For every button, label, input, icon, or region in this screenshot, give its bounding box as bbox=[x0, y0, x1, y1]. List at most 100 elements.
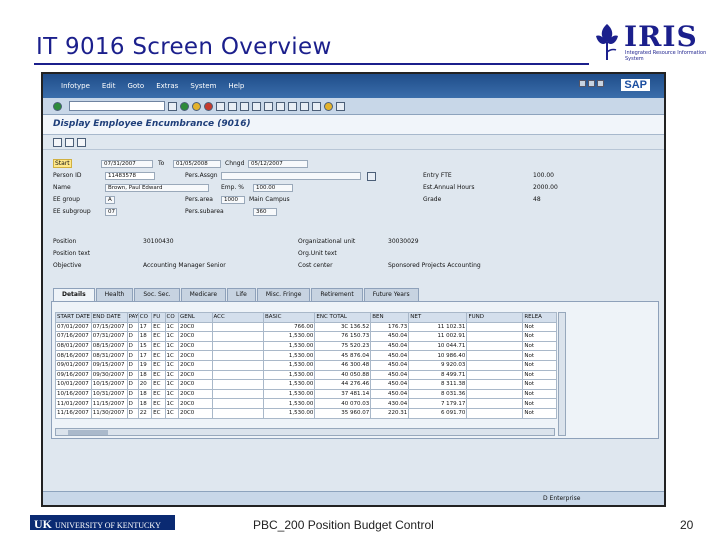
table-cell: 10 986.40 bbox=[408, 350, 468, 361]
col-end-date[interactable]: END DATE bbox=[90, 312, 128, 323]
table-row[interactable]: 09/16/2007 09/30/2007 D 18 EC 1C 20C0 1,530.00 4… bbox=[55, 369, 557, 381]
table-cell: 1,530.00 bbox=[262, 398, 316, 409]
table-cell bbox=[466, 321, 524, 333]
close-icon[interactable] bbox=[597, 80, 604, 87]
iris-subtitle: Integrated Resource Information System bbox=[625, 50, 707, 62]
back-icon[interactable] bbox=[180, 101, 189, 111]
table-cell: 9 920.03 bbox=[408, 359, 468, 371]
col-acc[interactable]: ACC bbox=[211, 312, 264, 323]
col-fu[interactable]: FU bbox=[151, 312, 166, 323]
tab-health[interactable]: Health bbox=[95, 288, 134, 301]
new-session-icon[interactable] bbox=[300, 101, 309, 111]
table-horizontal-scrollbar[interactable] bbox=[55, 428, 555, 436]
minimize-icon[interactable] bbox=[579, 80, 586, 87]
table-vertical-scrollbar[interactable] bbox=[558, 312, 566, 436]
col-start-date[interactable]: START DATE bbox=[55, 312, 92, 323]
menu-infotype[interactable]: Infotype bbox=[61, 82, 90, 90]
last-page-icon[interactable] bbox=[288, 101, 297, 111]
col-fund[interactable]: FUND bbox=[466, 312, 524, 323]
table-cell: 430.04 bbox=[370, 398, 410, 409]
find-next-icon[interactable] bbox=[240, 101, 249, 111]
assignment-picker-icon[interactable] bbox=[367, 172, 376, 181]
menu-system[interactable]: System bbox=[190, 82, 216, 90]
table-row[interactable]: 08/01/2007 08/15/2007 D 15 EC 1C 20C0 1,530.00 7… bbox=[55, 340, 557, 352]
table-cell: 1,530.00 bbox=[262, 369, 316, 381]
col-basic[interactable]: BASIC bbox=[262, 312, 316, 323]
cancel-icon[interactable] bbox=[204, 101, 213, 111]
iris-logo: IRIS Integrated Resource Information Sys… bbox=[592, 20, 710, 66]
col-co-2[interactable]: CO bbox=[164, 312, 179, 323]
screen-title: Display Employee Encumbrance (9016) bbox=[43, 115, 664, 135]
table-cell: 09/01/2007 bbox=[55, 359, 92, 371]
table-cell: 8 311.38 bbox=[408, 379, 468, 390]
menu-extras[interactable]: Extras bbox=[156, 82, 178, 90]
table-row[interactable]: 10/01/2007 10/15/2007 D 20 EC 1C 20C0 1,530.00 4… bbox=[55, 379, 557, 390]
find-icon[interactable] bbox=[228, 101, 237, 111]
application-toolbar bbox=[43, 135, 664, 150]
tab-soc-sec[interactable]: Soc. Sec. bbox=[134, 288, 180, 301]
table-row[interactable]: 11/01/2007 11/15/2007 D 18 EC 1C 20C0 1,530.00 4… bbox=[55, 398, 557, 409]
col-net[interactable]: NET bbox=[408, 312, 468, 323]
table-row[interactable]: 07/01/2007 07/15/2007 D 17 EC 1C 20C0 766.00 3C … bbox=[55, 321, 557, 333]
table-cell: 1C bbox=[164, 340, 179, 352]
table-cell: Not bbox=[522, 369, 557, 381]
table-cell: D bbox=[126, 340, 139, 352]
table-row[interactable]: 07/16/2007 07/31/2007 D 18 EC 1C 20C0 1,530.00 7… bbox=[55, 331, 557, 342]
table-cell: 1,530.00 bbox=[262, 379, 316, 390]
table-cell bbox=[211, 359, 264, 371]
col-pay[interactable]: PAY bbox=[126, 312, 139, 323]
col-release[interactable]: RELEA bbox=[522, 312, 557, 323]
overview-icon[interactable] bbox=[53, 138, 62, 147]
table-cell: 11/15/2007 bbox=[90, 398, 128, 409]
person-id-field[interactable]: 11483578 bbox=[105, 172, 155, 180]
tab-life[interactable]: Life bbox=[227, 288, 256, 301]
table-row[interactable]: 11/16/2007 11/30/2007 D 22 EC 1C 20C0 1,530.00 3… bbox=[55, 407, 557, 419]
start-date-field[interactable]: 07/31/2007 bbox=[101, 160, 153, 168]
table-cell: Not bbox=[522, 340, 557, 352]
menu-edit[interactable]: Edit bbox=[102, 82, 116, 90]
to-date-field[interactable]: 01/05/2008 bbox=[173, 160, 221, 168]
tab-misc-fringe[interactable]: Misc. Fringe bbox=[256, 288, 311, 301]
table-cell: 1C bbox=[164, 398, 179, 409]
menu-goto[interactable]: Goto bbox=[127, 82, 144, 90]
previous-page-icon[interactable] bbox=[264, 101, 273, 111]
maximize-icon[interactable] bbox=[588, 80, 595, 87]
col-co[interactable]: CO bbox=[137, 312, 153, 323]
table-cell: 1C bbox=[164, 407, 179, 419]
table-cell: 10/16/2007 bbox=[55, 388, 92, 400]
table-cell: EC bbox=[151, 331, 166, 342]
table-cell: Not bbox=[522, 321, 557, 333]
menu-help[interactable]: Help bbox=[228, 82, 244, 90]
pers-assgn-field[interactable] bbox=[221, 172, 361, 180]
command-field[interactable] bbox=[69, 101, 165, 111]
col-genl[interactable]: GENL bbox=[177, 312, 213, 323]
table-row[interactable]: 10/16/2007 10/31/2007 D 18 EC 1C 20C0 1,530.00 3… bbox=[55, 388, 557, 400]
name-field: Brown, Paul Edward bbox=[105, 184, 209, 192]
table-cell: 176.73 bbox=[370, 321, 410, 333]
save-icon[interactable] bbox=[168, 101, 177, 111]
first-page-icon[interactable] bbox=[252, 101, 261, 111]
table-cell: 1,530.00 bbox=[262, 359, 316, 371]
details-icon[interactable] bbox=[77, 138, 86, 147]
tab-retirement[interactable]: Retirement bbox=[311, 288, 363, 301]
col-ben[interactable]: BEN bbox=[370, 312, 410, 323]
tab-future-years[interactable]: Future Years bbox=[363, 288, 419, 301]
table-row[interactable]: 08/16/2007 08/31/2007 D 17 EC 1C 20C0 1,530.00 4… bbox=[55, 350, 557, 361]
shortcut-icon[interactable] bbox=[312, 101, 321, 111]
layout-icon[interactable] bbox=[336, 101, 345, 111]
next-page-icon[interactable] bbox=[276, 101, 285, 111]
copy-icon[interactable] bbox=[65, 138, 74, 147]
table-cell: 450.04 bbox=[370, 369, 410, 381]
tab-medicare[interactable]: Medicare bbox=[180, 288, 227, 301]
uk-name: UNIVERSITY OF KENTUCKY bbox=[55, 521, 161, 530]
tab-details[interactable]: Details bbox=[53, 288, 95, 301]
print-icon[interactable] bbox=[216, 101, 225, 111]
scrollbar-thumb[interactable] bbox=[68, 430, 108, 435]
enter-icon[interactable] bbox=[53, 101, 62, 111]
help-icon[interactable] bbox=[324, 101, 333, 111]
table-cell: 450.04 bbox=[370, 340, 410, 352]
chng-label: Chngd bbox=[225, 160, 245, 167]
table-row[interactable]: 09/01/2007 09/15/2007 D 19 EC 1C 20C0 1,530.00 4… bbox=[55, 359, 557, 371]
col-enc-total[interactable]: ENC TOTAL bbox=[314, 312, 372, 323]
exit-icon[interactable] bbox=[192, 101, 201, 111]
